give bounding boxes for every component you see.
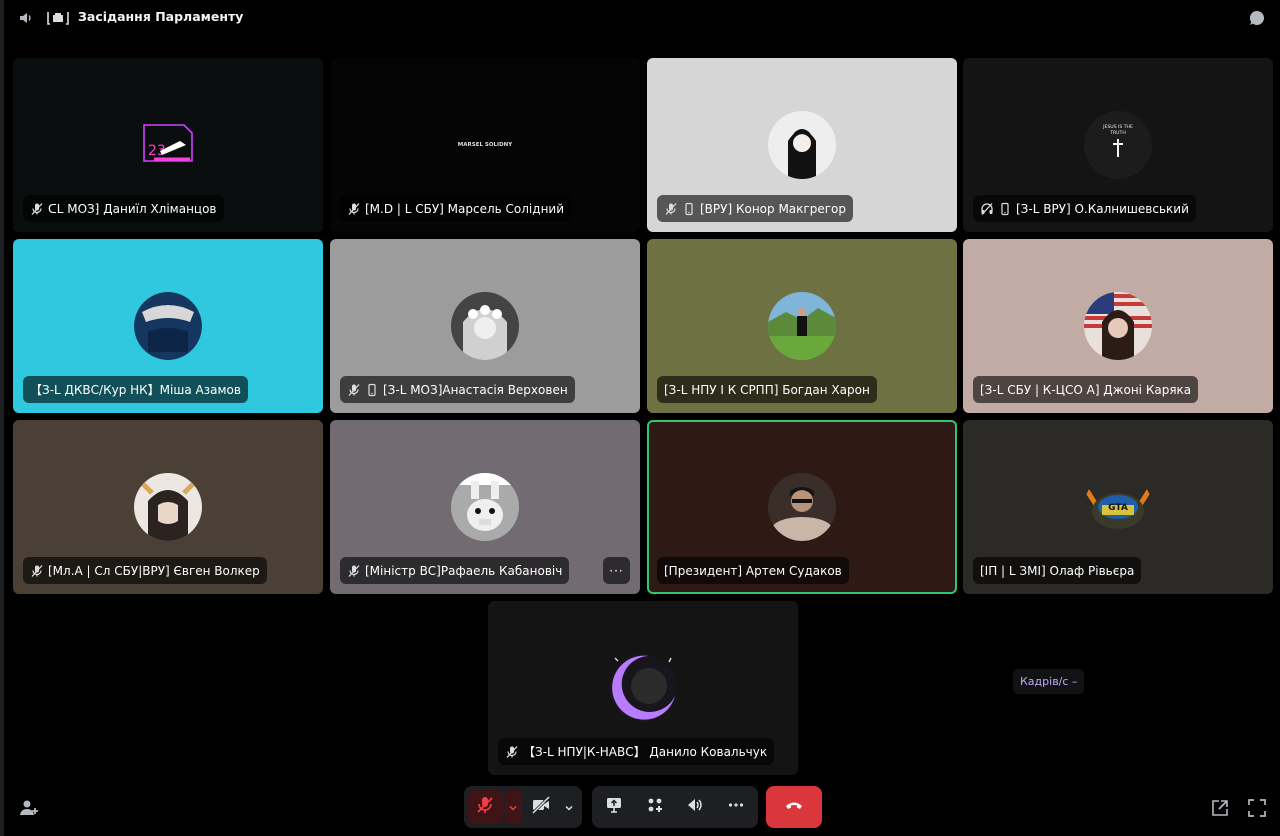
participant-avatar xyxy=(451,292,519,360)
participant-nameplate: [З-L ВРУ] О.Калнишевський xyxy=(973,195,1196,222)
mic-muted-icon xyxy=(664,202,678,216)
participant-tile[interactable]: [ВРУ] Конор Макгрегор xyxy=(647,58,957,232)
mic-muted-icon xyxy=(505,745,519,759)
mic-toggle-button[interactable] xyxy=(468,790,503,824)
participant-name: [З-L НПУ І К СРПП] Богдан Харон xyxy=(664,382,870,397)
left-rail xyxy=(0,0,4,836)
participant-nameplate: [Мл.А | Сл СБУ|ВРУ] Євген Волкер xyxy=(23,557,267,584)
soundboard-button[interactable] xyxy=(677,790,713,824)
participant-name: 【З-L ДКВС/Кур НК】Міша Азамов xyxy=(30,383,241,397)
participant-tile[interactable]: [Президент] Артем Судаков xyxy=(647,420,957,594)
participant-nameplate: [Президент] Артем Судаков xyxy=(657,557,849,584)
pop-out-icon[interactable] xyxy=(1209,797,1231,819)
participant-nameplate: [З-L НПУ І К СРПП] Богдан Харон xyxy=(657,376,877,403)
more-icon xyxy=(726,795,746,819)
mobile-icon xyxy=(682,202,696,216)
participant-nameplate: [З-L СБУ | К-ЦСО А] Джоні Каряка xyxy=(973,376,1199,403)
mic-muted-icon xyxy=(30,202,44,216)
participant-nameplate: 【З-L НПУ|К-НАВС】 Данило Ковальчук xyxy=(498,738,775,765)
participant-tile[interactable]: JESUS IS THE TRUTH [З-L ВРУ] О.Калнишевс… xyxy=(963,58,1273,232)
participant-name: [З-L МОЗ]Анастасія Верховен xyxy=(383,382,568,397)
screen-share-button[interactable] xyxy=(596,790,632,824)
mic-muted-icon xyxy=(347,202,361,216)
participant-avatar xyxy=(134,292,202,360)
participant-nameplate: 【З-L ДКВС/Кур НК】Міша Азамов xyxy=(23,376,248,403)
avatar-logo-text: MARSEL SOLIDNY xyxy=(457,142,513,148)
participant-nameplate: ᑕL МОЗ⁆ Даниїл Хліманцов xyxy=(23,195,224,222)
participant-nameplate: [З-L МОЗ]Анастасія Верховен xyxy=(340,376,575,403)
participant-avatar xyxy=(768,292,836,360)
tile-more-button[interactable]: ··· xyxy=(603,557,630,584)
participant-tile[interactable]: MARSEL SOLIDNY [M.D | L СБУ] Марсель Сол… xyxy=(330,58,640,232)
participant-tile[interactable]: [Мл.А | Сл СБУ|ВРУ] Євген Волкер xyxy=(13,420,323,594)
participant-tile[interactable]: 23 ᑕL МОЗ⁆ Даниїл Хліманцов xyxy=(13,58,323,232)
participant-tile[interactable]: [З-L СБУ | К-ЦСО А] Джоні Каряка xyxy=(963,239,1273,413)
participant-name: [ІП | L ЗМІ] Олаф Рівьєра xyxy=(980,563,1135,578)
participant-tile[interactable]: 【З-L ДКВС/Кур НК】Міша Азамов xyxy=(13,239,323,413)
more-options-button[interactable] xyxy=(718,790,754,824)
camera-off-icon xyxy=(531,795,551,819)
add-person-icon[interactable] xyxy=(18,797,40,819)
top-bar: Засідання Парламенту xyxy=(4,0,1280,36)
participant-nameplate: [ВРУ] Конор Макгрегор xyxy=(657,195,853,222)
participant-avatar: JESUS IS THE TRUTH xyxy=(1084,111,1152,179)
stage-icon xyxy=(46,9,70,27)
participant-name: [З-L ВРУ] О.Калнишевський xyxy=(1016,201,1189,216)
participant-avatar: GTA xyxy=(1084,473,1152,541)
mobile-icon xyxy=(998,202,1012,216)
activities-button[interactable] xyxy=(637,790,673,824)
mic-muted-icon xyxy=(347,564,361,578)
avatar-logo-text: GTA xyxy=(1108,503,1128,513)
participant-tile[interactable]: [З-L НПУ І К СРПП] Богдан Харон xyxy=(647,239,957,413)
participant-avatar xyxy=(134,473,202,541)
participant-name: [ВРУ] Конор Макгрегор xyxy=(700,201,846,216)
participant-nameplate: [Міністр ВС]Рафаель Кабановіч xyxy=(340,557,570,584)
mobile-icon xyxy=(365,383,379,397)
camera-toggle-button[interactable] xyxy=(524,790,559,824)
participant-tile[interactable]: [Міністр ВС]Рафаель Кабановіч ··· xyxy=(330,420,640,594)
participant-tile[interactable]: [З-L МОЗ]Анастасія Верховен xyxy=(330,239,640,413)
participant-name: [Міністр ВС]Рафаель Кабановіч xyxy=(365,563,563,578)
hang-up-icon xyxy=(784,795,804,819)
chevron-down-icon xyxy=(564,798,574,817)
participant-tile[interactable]: GTA [ІП | L ЗМІ] Олаф Рівьєра xyxy=(963,420,1273,594)
participant-avatar xyxy=(768,473,836,541)
participant-name: [Президент] Артем Судаков xyxy=(664,563,842,578)
chevron-down-icon xyxy=(508,798,518,817)
mic-muted-icon xyxy=(475,795,495,819)
participant-avatar: MARSEL SOLIDNY xyxy=(451,111,519,179)
camera-options-button[interactable] xyxy=(561,790,578,824)
activity-controls xyxy=(592,786,758,828)
participant-tile[interactable]: 【З-L НПУ|К-НАВС】 Данило Ковальчук xyxy=(488,601,798,775)
participant-avatar: 23 xyxy=(134,111,202,179)
fps-indicator: Кадрів/с – xyxy=(1013,669,1085,694)
headset-deafened-icon xyxy=(980,202,994,216)
participant-name: [Мл.А | Сл СБУ|ВРУ] Євген Волкер xyxy=(48,563,260,578)
fullscreen-icon[interactable] xyxy=(1246,797,1268,819)
participant-avatar xyxy=(768,111,836,179)
disconnect-button[interactable] xyxy=(766,786,822,828)
participant-name: [З-L СБУ | К-ЦСО А] Джоні Каряка xyxy=(980,382,1192,397)
soundboard-icon xyxy=(685,795,705,819)
avatar-logo-text: JESUS IS THE TRUTH xyxy=(1103,125,1133,136)
participant-name: [M.D | L СБУ] Марсель Солідний xyxy=(365,201,565,216)
speaker-icon xyxy=(17,9,35,27)
mic-options-button[interactable] xyxy=(504,790,522,824)
audio-video-controls xyxy=(464,786,582,828)
participant-name: 【З-L НПУ|К-НАВС】 Данило Ковальчук xyxy=(523,745,768,759)
chat-bubble-icon[interactable] xyxy=(1248,9,1266,27)
participant-nameplate: [ІП | L ЗМІ] Олаф Рівьєра xyxy=(973,557,1142,584)
activity-icon xyxy=(645,795,665,819)
participant-avatar xyxy=(451,473,519,541)
participant-name: ᑕL МОЗ⁆ Даниїл Хліманцов xyxy=(48,201,217,216)
channel-title: Засідання Парламенту xyxy=(78,9,244,24)
participant-nameplate: [M.D | L СБУ] Марсель Солідний xyxy=(340,195,572,222)
participant-avatar xyxy=(1084,292,1152,360)
mic-muted-icon xyxy=(347,383,361,397)
mic-muted-icon xyxy=(30,564,44,578)
screen-share-icon xyxy=(604,795,624,819)
participant-avatar xyxy=(609,654,677,722)
